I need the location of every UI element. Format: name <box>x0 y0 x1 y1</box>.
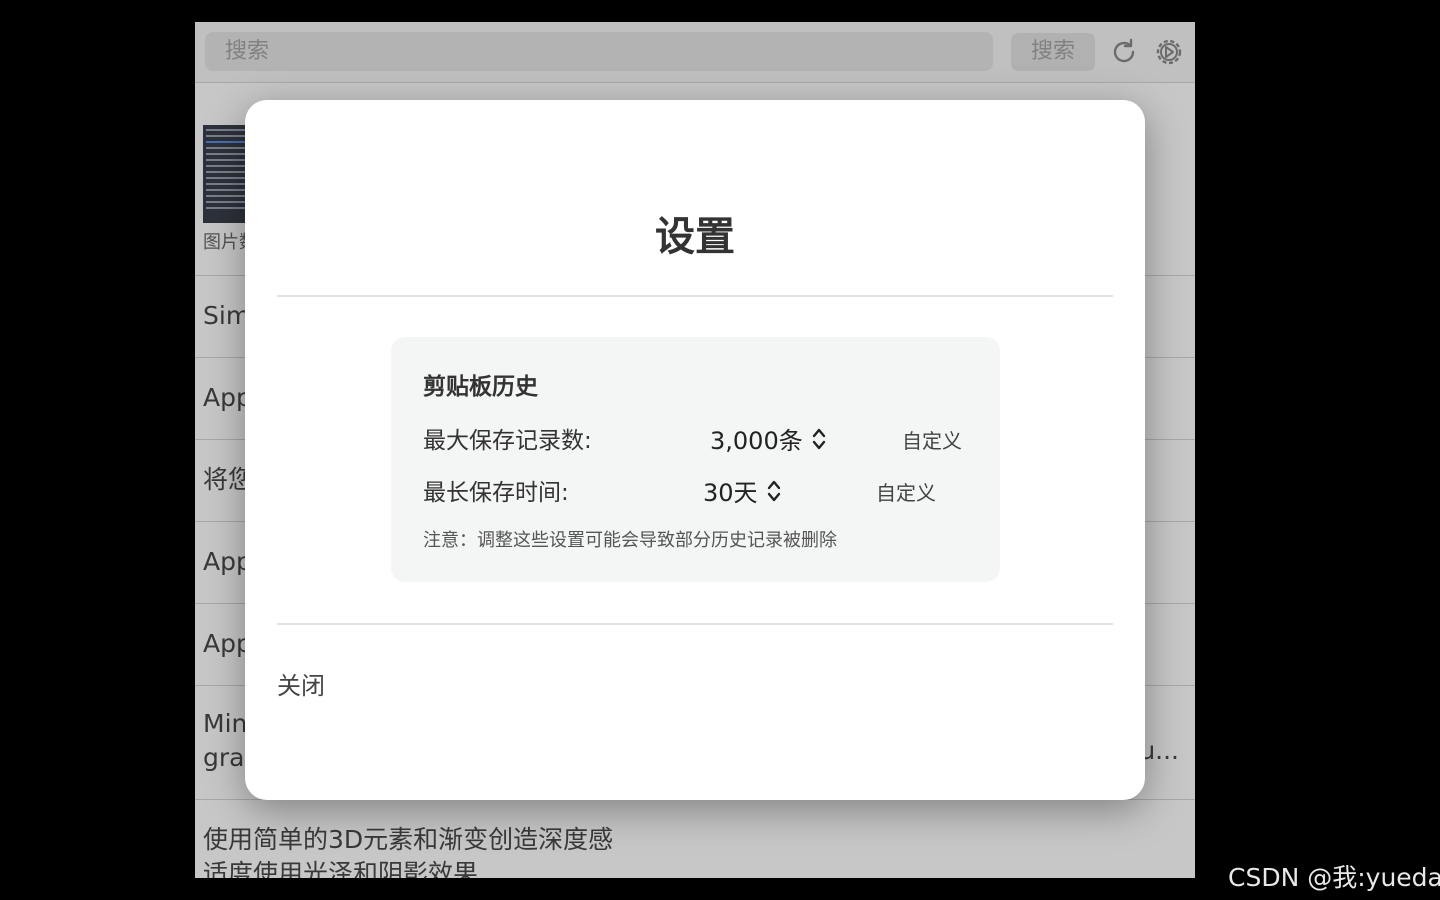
max-duration-value: 30天 <box>703 479 758 507</box>
section-title: 剪贴板历史 <box>423 374 538 400</box>
settings-dialog: 设置 剪贴板历史 最大保存记录数: 3,000条 自定义 最长保存时间: 30天 <box>245 100 1145 800</box>
watermark: CSDN @我:yueda <box>1228 863 1440 892</box>
divider <box>277 295 1113 297</box>
chevron-up-down-icon[interactable] <box>811 426 827 452</box>
warning-note: 注意：调整这些设置可能会导致部分历史记录被删除 <box>423 530 837 551</box>
max-records-custom-button[interactable]: 自定义 <box>902 425 962 454</box>
chevron-up-down-icon[interactable] <box>766 478 782 504</box>
divider <box>277 623 1113 625</box>
close-button[interactable]: 关闭 <box>277 666 325 701</box>
max-duration-stepper[interactable]: 30天 <box>703 473 782 508</box>
dialog-title: 设置 <box>655 214 735 260</box>
max-records-stepper[interactable]: 3,000条 <box>710 421 827 456</box>
max-records-label: 最大保存记录数: <box>423 428 592 454</box>
max-records-value: 3,000条 <box>710 427 803 455</box>
screen: 搜索 搜索 图片数 Sim App 将您 App App Min grad u.… <box>0 0 1440 900</box>
max-duration-label: 最长保存时间: <box>423 480 569 506</box>
max-duration-custom-button[interactable]: 自定义 <box>876 477 936 506</box>
clipboard-history-section: 剪贴板历史 最大保存记录数: 3,000条 自定义 最长保存时间: 30天 自定… <box>391 337 1000 582</box>
